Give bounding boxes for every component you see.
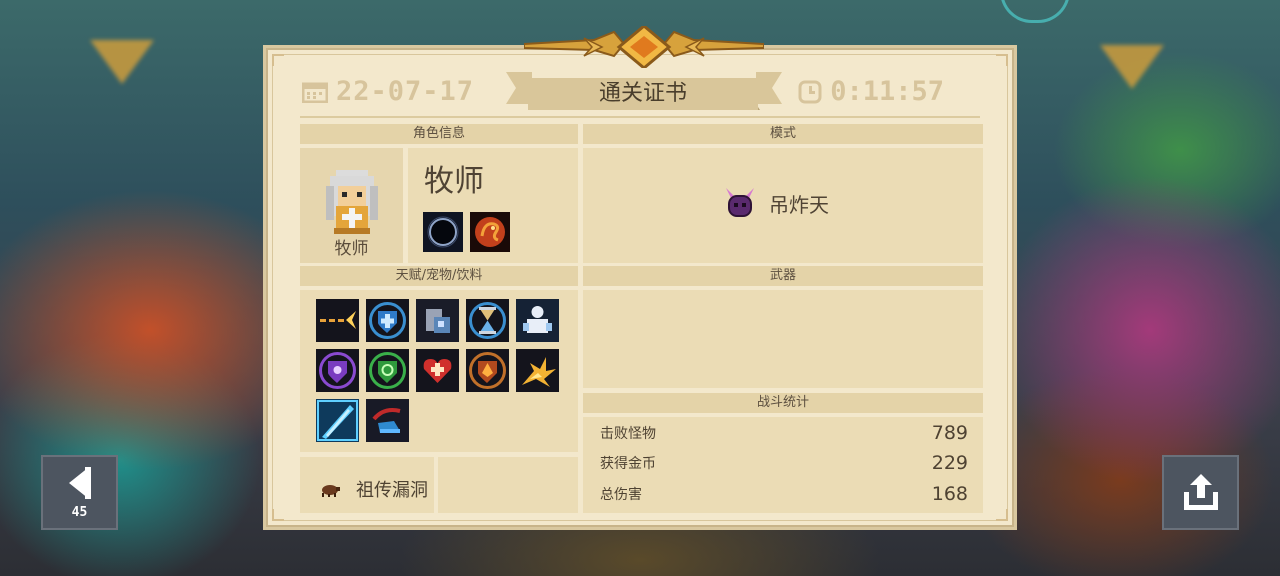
green-shield-icon[interactable]	[366, 349, 409, 392]
dash-boot-icon[interactable]	[366, 399, 409, 442]
blue-shield-plus-icon[interactable]	[366, 299, 409, 342]
background-ring	[1000, 0, 1070, 23]
hourglass-icon[interactable]	[466, 299, 509, 342]
flaw-label: 祖传漏洞	[356, 480, 428, 501]
character-portrait: 牧师	[300, 148, 403, 263]
stat-row-damage: 总伤害 168	[600, 483, 968, 505]
run-time: 0:11:57	[830, 76, 944, 107]
blue-blade-icon[interactable]	[316, 399, 359, 442]
fire-dragon-skill-icon[interactable]	[470, 212, 510, 252]
header-divider	[300, 116, 980, 118]
stat-value: 229	[931, 452, 968, 474]
character-name: 牧师	[424, 164, 484, 199]
armor-shield-icon[interactable]	[416, 299, 459, 342]
back-button[interactable]: 45	[41, 455, 118, 530]
certificate-title: 通关证书	[528, 78, 758, 110]
background-flag	[90, 40, 154, 84]
mode-display: 吊炸天	[723, 186, 829, 220]
frame-corner	[272, 509, 284, 521]
horned-demon-icon	[726, 188, 754, 217]
gold-crest-icon	[524, 26, 764, 68]
calendar-icon	[302, 82, 328, 103]
share-button[interactable]	[1162, 455, 1239, 530]
bullet-spark-icon[interactable]	[316, 299, 359, 342]
purple-shield-icon[interactable]	[316, 349, 359, 392]
background-flag	[1100, 45, 1164, 89]
date-display: 22-07-17	[302, 76, 474, 107]
stat-value: 168	[931, 483, 968, 505]
weapons-panel	[583, 290, 983, 388]
red-heart-plus-icon[interactable]	[416, 349, 459, 392]
stat-row-kills: 击败怪物 789	[600, 422, 968, 444]
mode-label: 吊炸天	[769, 192, 829, 217]
dark-orb-skill-icon[interactable]	[423, 212, 463, 252]
clock-icon	[798, 80, 822, 103]
section-character-info: 角色信息	[300, 124, 578, 144]
stat-label: 击败怪物	[600, 426, 656, 442]
stat-value: 789	[931, 422, 968, 444]
section-battle-stats: 战斗统计	[583, 393, 983, 413]
back-arrow-icon	[69, 467, 91, 499]
explosion-icon[interactable]	[516, 349, 559, 392]
back-count: 45	[71, 505, 88, 520]
portrait-label: 牧师	[334, 239, 369, 259]
share-icon	[1184, 474, 1218, 510]
fire-shield-icon[interactable]	[466, 349, 509, 392]
priest-portrait-icon	[326, 170, 378, 234]
stat-label: 获得金币	[600, 456, 656, 472]
stat-label: 总伤害	[600, 487, 642, 503]
section-talents: 天赋/宠物/饮料	[300, 266, 578, 286]
run-date: 22-07-17	[336, 76, 475, 107]
section-weapons: 武器	[583, 266, 983, 286]
frame-corner	[996, 509, 1008, 521]
stat-row-gold: 获得金币 229	[600, 452, 968, 474]
time-display: 0:11:57	[798, 76, 944, 107]
flaw-entry[interactable]: 祖传漏洞	[318, 476, 428, 502]
frame-corner	[996, 54, 1008, 66]
section-mode: 模式	[583, 124, 983, 144]
clear-certificate: 22-07-17 通关证书 0:11:57 角色信息 模式 牧师 牧师 吊炸天 …	[263, 26, 1017, 530]
empty-slot-panel	[438, 457, 578, 513]
white-knight-icon[interactable]	[516, 299, 559, 342]
bug-icon	[322, 485, 340, 497]
frame-corner	[272, 54, 284, 66]
